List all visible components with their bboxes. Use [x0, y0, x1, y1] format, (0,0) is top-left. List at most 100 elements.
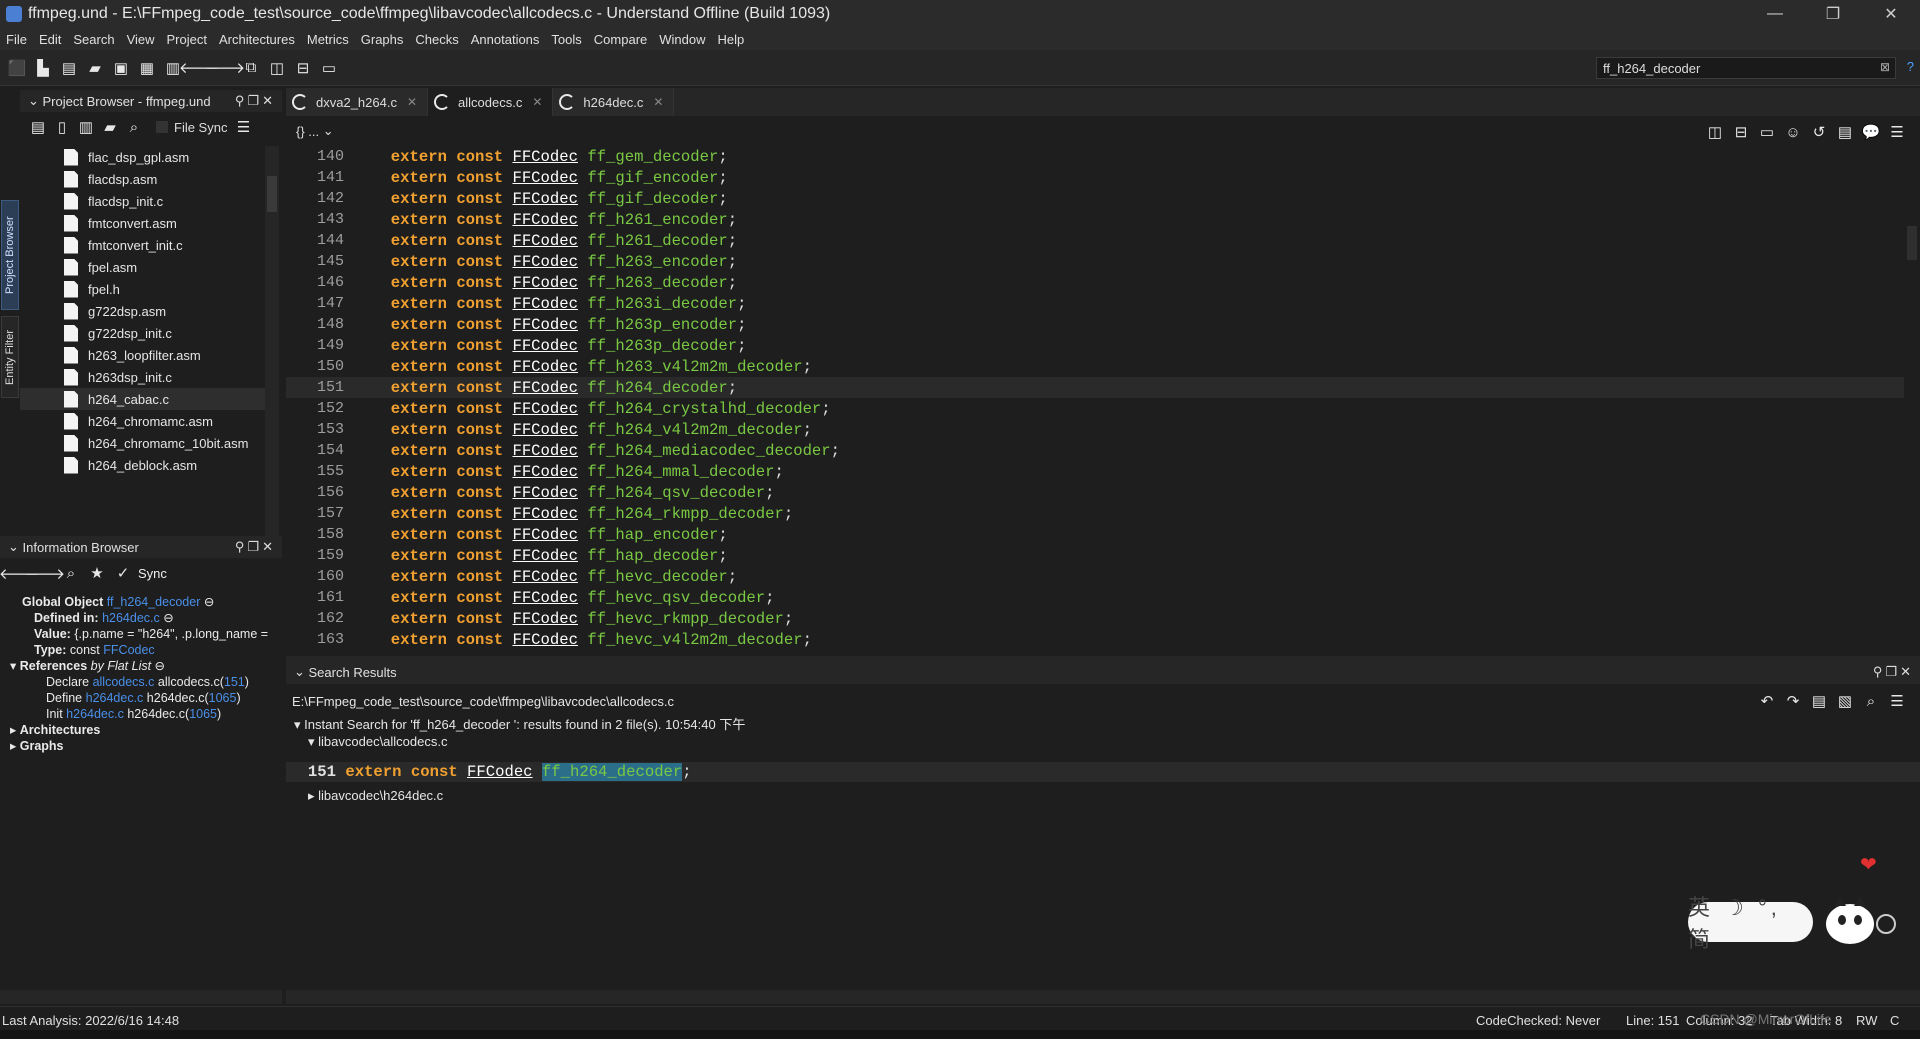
code-line[interactable]: 150 extern const FFCodec ff_h263_v4l2m2m… — [286, 356, 1904, 377]
reference-file-link[interactable]: h264dec.c — [86, 691, 144, 705]
result-group-h264dec[interactable]: ▸ libavcodec\h264dec.c — [308, 788, 443, 804]
type-reference[interactable]: FFCodec — [512, 274, 578, 292]
menu-metrics[interactable]: Metrics — [307, 32, 349, 47]
file-list-item[interactable]: h264_chromamc.asm — [20, 410, 265, 432]
file-icon[interactable]: ▯ — [52, 116, 72, 138]
type-reference[interactable]: FFCodec — [512, 547, 578, 565]
reference-line-link[interactable]: 1065 — [209, 691, 237, 705]
chevron-down-icon[interactable]: ⌄ — [319, 123, 334, 139]
type-reference[interactable]: FFCodec — [512, 526, 578, 544]
type-reference[interactable]: FFCodec — [512, 253, 578, 271]
split-vertical-icon[interactable]: ◫ — [1704, 121, 1726, 143]
code-editor[interactable]: 140 extern const FFCodec ff_gem_decoder;… — [286, 146, 1904, 654]
type-reference[interactable]: FFCodec — [512, 190, 578, 208]
type-reference[interactable]: FFCodec — [512, 169, 578, 187]
open-folder-icon[interactable]: ▰ — [84, 57, 106, 79]
code-line[interactable]: 158 extern const FFCodec ff_hap_encoder; — [286, 524, 1904, 545]
file-list-item[interactable]: fpel.asm — [20, 256, 265, 278]
tab-project-browser[interactable]: Project Browser — [1, 200, 19, 310]
close-tab-icon[interactable]: ✕ — [532, 95, 542, 109]
editor-tab[interactable]: dxva2_h264.c ✕ — [286, 88, 429, 116]
identifier[interactable]: ff_hevc_qsv_decoder — [587, 589, 765, 607]
code-line[interactable]: 161 extern const FFCodec ff_hevc_qsv_dec… — [286, 587, 1904, 608]
type-reference[interactable]: FFCodec — [512, 211, 578, 229]
code-line[interactable]: 162 extern const FFCodec ff_hevc_rkmpp_d… — [286, 608, 1904, 629]
scrollbar-thumb[interactable] — [1907, 226, 1917, 260]
hamburger-menu-icon[interactable]: ☰ — [1886, 121, 1908, 143]
new-doc-icon[interactable]: ▥ — [76, 116, 96, 138]
file-list-item[interactable]: flacdsp_init.c — [20, 190, 265, 212]
new-file-icon[interactable]: ▤ — [58, 57, 80, 79]
menu-search[interactable]: Search — [73, 32, 114, 47]
collapse-chevron-icon[interactable]: ⌄ — [28, 93, 43, 109]
clear-search-icon[interactable]: ⊠ — [1880, 60, 1890, 74]
type-reference[interactable]: FFCodec — [512, 295, 578, 313]
file-list-item[interactable]: fpel.h — [20, 278, 265, 300]
new-project-icon[interactable]: ⬛ — [6, 57, 28, 79]
menu-graphs[interactable]: Graphs — [361, 32, 404, 47]
open-book-icon[interactable]: ▙ — [32, 57, 54, 79]
folder-icon[interactable]: ▰ — [100, 116, 120, 138]
panel-pin-float-close-icons[interactable]: ⚲❐✕ — [235, 539, 276, 555]
reference-item[interactable]: Declare allcodecs.c allcodecs.c(151) — [22, 674, 282, 690]
forward-arrow-icon[interactable]: 🡒 — [25, 562, 65, 584]
file-list-item[interactable]: h264_cabac.c — [20, 388, 265, 410]
search-summary-row[interactable]: ▾ Instant Search for 'ff_h264_decoder ':… — [294, 714, 745, 733]
menu-help[interactable]: Help — [718, 32, 745, 47]
ime-mascot-icon[interactable] — [1820, 888, 1900, 950]
undo-icon[interactable]: ↶ — [1756, 690, 1778, 712]
code-line[interactable]: 154 extern const FFCodec ff_h264_mediaco… — [286, 440, 1904, 461]
single-window-icon[interactable]: ▭ — [318, 57, 340, 79]
reference-item[interactable]: Define h264dec.c h264dec.c(1065) — [22, 690, 282, 706]
save-icon[interactable]: ▣ — [110, 57, 132, 79]
checkmark-icon[interactable]: ✓ — [112, 562, 134, 584]
hamburger-menu-icon[interactable]: ☰ — [233, 116, 253, 138]
file-list-item[interactable]: flacdsp.asm — [20, 168, 265, 190]
add-file-icon[interactable]: ▤ — [28, 116, 48, 138]
code-line[interactable]: 141 extern const FFCodec ff_gif_encoder; — [286, 167, 1904, 188]
identifier[interactable]: ff_h264_rkmpp_decoder — [587, 505, 784, 523]
file-list-item[interactable]: h263dsp_init.c — [20, 366, 265, 388]
search-icon[interactable]: ⌕ — [60, 562, 82, 584]
defined-in-link[interactable]: h264dec.c — [102, 611, 160, 625]
window-icon[interactable]: ▭ — [1756, 121, 1778, 143]
export-icon[interactable]: ▧ — [1834, 690, 1856, 712]
code-line[interactable]: 151 extern const FFCodec ff_h264_decoder… — [286, 377, 1904, 398]
global-search-input[interactable] — [1596, 57, 1896, 79]
search-icon[interactable]: ⌕ — [1860, 690, 1882, 712]
type-reference[interactable]: FFCodec — [512, 463, 578, 481]
identifier[interactable]: ff_gem_decoder — [587, 148, 718, 166]
menu-architectures[interactable]: Architectures — [219, 32, 295, 47]
forward-arrow-icon[interactable]: 🡒 — [205, 57, 245, 79]
references-row[interactable]: ▾ References by Flat List ⊖ — [10, 658, 282, 674]
code-line[interactable]: 140 extern const FFCodec ff_gem_decoder; — [286, 146, 1904, 167]
identifier[interactable]: ff_h263p_decoder — [587, 337, 737, 355]
menu-window[interactable]: Window — [659, 32, 705, 47]
identifier[interactable]: ff_h264_mediacodec_decoder — [587, 442, 830, 460]
type-reference[interactable]: FFCodec — [512, 379, 578, 397]
identifier[interactable]: ff_hap_encoder — [587, 526, 718, 544]
type-link[interactable]: FFCodec — [103, 643, 154, 657]
panel-pin-float-close-icons[interactable]: ⚲❐✕ — [235, 93, 276, 109]
redo-icon[interactable]: ↷ — [1782, 690, 1804, 712]
menu-view[interactable]: View — [127, 32, 155, 47]
search-hit-row[interactable]: 151 extern const FFCodec ff_h264_decoder… — [286, 762, 1920, 782]
identifier[interactable]: ff_h261_encoder — [587, 211, 727, 229]
minimize-button[interactable]: — — [1746, 0, 1804, 28]
type-reference[interactable]: FFCodec — [512, 484, 578, 502]
menu-tools[interactable]: Tools — [551, 32, 581, 47]
maximize-button[interactable]: ❐ — [1804, 0, 1862, 28]
hamburger-menu-icon[interactable]: ☰ — [1886, 690, 1908, 712]
document-icon[interactable]: ▤ — [1834, 121, 1856, 143]
type-reference[interactable]: FFCodec — [512, 316, 578, 334]
identifier[interactable]: ff_h263_v4l2m2m_decoder — [587, 358, 802, 376]
reference-line-link[interactable]: 1065 — [189, 707, 217, 721]
type-reference[interactable]: FFCodec — [512, 358, 578, 376]
file-sync-checkbox[interactable] — [156, 121, 168, 133]
code-line[interactable]: 149 extern const FFCodec ff_h263p_decode… — [286, 335, 1904, 356]
file-list-item[interactable]: h264_chromamc_10bit.asm — [20, 432, 265, 454]
identifier[interactable]: ff_h263_encoder — [587, 253, 727, 271]
identifier[interactable]: ff_h263_decoder — [587, 274, 727, 292]
editor-vertical-scrollbar[interactable] — [1904, 146, 1920, 654]
editor-tab[interactable]: allcodecs.c ✕ — [428, 88, 554, 116]
